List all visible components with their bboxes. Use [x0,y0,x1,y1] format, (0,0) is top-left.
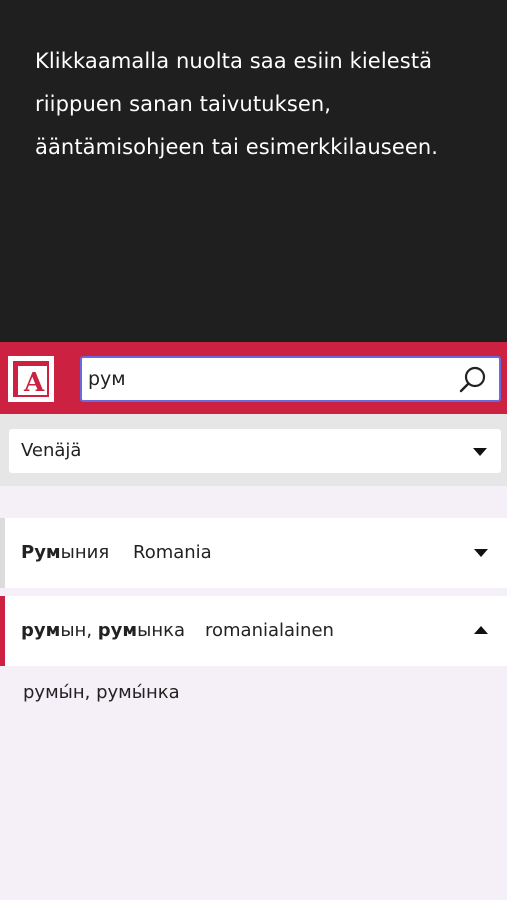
word-rest: ыния [60,542,110,563]
logo-letter: A [24,368,45,398]
result-detail-pronunciation: румы́н, румы́нка [23,682,180,703]
tip-text: Klikkaamalla nuolta saa esiin kielestä r… [35,49,439,159]
result-word: Румыния [21,542,109,563]
word-rest: ын, [60,620,98,641]
result-item[interactable]: Румыния Romania [0,518,507,588]
chevron-up-icon[interactable] [474,626,488,634]
search-input[interactable] [86,362,446,396]
search-icon [459,366,486,393]
result-translation: romanialainen [205,620,334,641]
word-match: рум [97,620,138,641]
word-match: Рум [21,542,61,563]
result-item[interactable]: румын, румынка romanialainen [0,596,507,666]
row-accent [0,518,5,588]
search-box[interactable] [80,356,501,402]
word-match: рум [21,620,61,641]
dictionary-book-icon: A [13,361,49,398]
result-translation: Romania [133,542,212,563]
search-button[interactable] [457,364,489,396]
word-rest: ынка [137,620,186,641]
tip-overlay: Klikkaamalla nuolta saa esiin kielestä r… [0,0,507,342]
chevron-down-icon[interactable] [474,549,488,557]
row-accent-active [0,596,5,666]
results-list: Румыния Romania румын, румынка romaniala… [0,486,507,900]
language-select[interactable]: Venäjä [9,429,501,473]
app-logo[interactable]: A [8,356,54,402]
app-header: A [0,342,507,414]
chevron-down-icon [473,448,487,456]
language-bar: Venäjä [0,414,507,486]
language-selected-value: Venäjä [21,440,82,461]
result-word: румын, румынка [21,620,185,641]
